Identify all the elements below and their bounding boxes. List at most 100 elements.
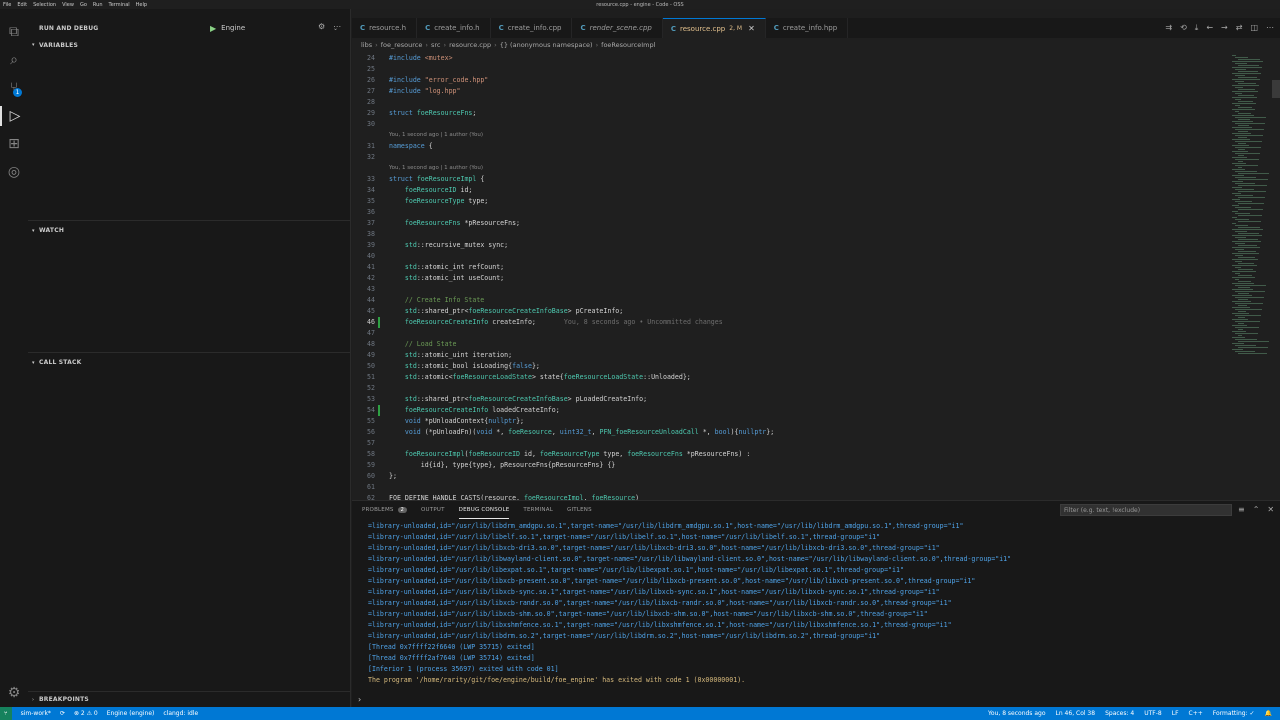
code-line[interactable]: 32 xyxy=(352,152,1222,163)
code-line[interactable]: 62 FOE_DEFINE_HANDLE_CASTS(resource, foeR… xyxy=(352,493,1222,500)
code-line[interactable]: 37 foeResourceFns *pResourceFns; xyxy=(352,218,1222,229)
code-line[interactable]: 24 #include <mutex> xyxy=(352,53,1222,64)
section-breakpoints[interactable]: › BREAKPOINTS xyxy=(28,691,351,707)
code-line[interactable]: 38 xyxy=(352,229,1222,240)
cursor-position[interactable]: Ln 46, Col 38 xyxy=(1056,710,1096,717)
code-line[interactable]: 48 // Load State xyxy=(352,339,1222,350)
problems-indicator[interactable]: ⊗ 2 ⚠ 0 xyxy=(74,710,98,717)
section-variables[interactable]: ▾ VARIABLES xyxy=(28,35,351,55)
menu-item-help[interactable]: Help xyxy=(136,2,147,8)
menu-item-go[interactable]: Go xyxy=(80,2,87,8)
source-control-icon[interactable]: ⑂1 xyxy=(4,78,24,98)
tab-create-info-hpp[interactable]: Ccreate_info.hpp xyxy=(766,18,849,38)
code-line[interactable]: 58 foeResourceImpl(foeResourceID id, foe… xyxy=(352,449,1222,460)
code-line[interactable]: 28 xyxy=(352,97,1222,108)
search-icon[interactable]: ⌕ xyxy=(4,50,24,70)
code-line[interactable]: 33 struct foeResourceImpl { xyxy=(352,174,1222,185)
section-watch[interactable]: ▾ WATCH xyxy=(28,220,351,240)
tab-resource-h[interactable]: Cresource.h xyxy=(352,18,418,38)
code-line[interactable]: 52 xyxy=(352,383,1222,394)
clear-console-icon[interactable]: ≡ xyxy=(1238,505,1245,514)
menu-item-selection[interactable]: Selection xyxy=(33,2,56,8)
menu-item-run[interactable]: Run xyxy=(93,2,103,8)
sync-icon[interactable]: ⟳ xyxy=(60,710,65,717)
tab-render-scene-cpp[interactable]: Crender_scene.cpp xyxy=(572,18,663,38)
code-line[interactable]: 31 namespace { xyxy=(352,141,1222,152)
indentation[interactable]: Spaces: 4 xyxy=(1105,710,1134,717)
menu-item-file[interactable]: File xyxy=(3,2,11,8)
tab-create-info-cpp[interactable]: Ccreate_info.cpp xyxy=(491,18,573,38)
code-line[interactable]: 51 std::atomic<foeResourceLoadState> sta… xyxy=(352,372,1222,383)
code-line[interactable]: 60}; xyxy=(352,471,1222,482)
minimap[interactable] xyxy=(1232,51,1272,500)
panel-tab-problems[interactable]: PROBLEMS 2 xyxy=(362,501,408,519)
clangd-status[interactable]: clangd: idle xyxy=(163,710,198,717)
remote-indicator[interactable]: ⑂ xyxy=(0,707,12,720)
code-line[interactable]: 39 std::recursive_mutex sync; xyxy=(352,240,1222,251)
manage-gear-icon[interactable]: ⚙ xyxy=(4,683,24,703)
code-line[interactable]: 35 foeResourceType type; xyxy=(352,196,1222,207)
code-line[interactable]: 47 xyxy=(352,328,1222,339)
tab-resource-cpp[interactable]: Cresource.cpp 2, M ✕ xyxy=(662,18,766,38)
breadcrumb-item[interactable]: {} (anonymous namespace) xyxy=(500,41,593,49)
remote-icon[interactable]: ◎ xyxy=(4,162,24,182)
go-forward-icon[interactable]: → xyxy=(1221,23,1228,33)
breadcrumb-item[interactable]: foe_resource xyxy=(381,41,423,49)
debug-toolbar-continue-icon[interactable]: ⇉ xyxy=(1165,23,1172,33)
breadcrumb-item[interactable]: libs xyxy=(361,41,372,49)
editor-scrollbar[interactable] xyxy=(1272,80,1280,98)
code-line[interactable]: 29 struct foeResourceFns; xyxy=(352,108,1222,119)
code-line[interactable]: 54 foeResourceCreateInfo loadedCreateInf… xyxy=(352,405,1222,416)
more-actions-icon[interactable]: ⋯ xyxy=(1266,23,1274,33)
code-line[interactable]: 49 std::atomic_uint iteration; xyxy=(352,350,1222,361)
more-actions-icon[interactable]: ⋯ xyxy=(333,22,341,31)
panel-tab-terminal[interactable]: TERMINAL xyxy=(523,501,553,519)
breadcrumb-item[interactable]: src xyxy=(431,41,441,49)
menu-item-view[interactable]: View xyxy=(62,2,74,8)
code-line[interactable]: 36 xyxy=(352,207,1222,218)
code-line[interactable]: 56 void (*pUnloadFn)(void *, foeResource… xyxy=(352,427,1222,438)
language-mode[interactable]: C++ xyxy=(1189,710,1203,717)
run-debug-icon[interactable]: ▷ xyxy=(0,106,28,126)
code-line[interactable]: 45 std::shared_ptr<foeResourceCreateInfo… xyxy=(352,306,1222,317)
code-line[interactable]: 25 xyxy=(352,64,1222,75)
repl-prompt[interactable]: › xyxy=(358,695,361,704)
tab-create-info-h[interactable]: Ccreate_info.h xyxy=(417,18,491,38)
code-line[interactable]: 42 std::atomic_int useCount; xyxy=(352,273,1222,284)
code-line[interactable]: 30 xyxy=(352,119,1222,130)
code-line[interactable]: 44 // Create Info State xyxy=(352,295,1222,306)
step-into-icon[interactable]: ⤓ xyxy=(1195,23,1199,33)
encoding[interactable]: UTF-8 xyxy=(1144,710,1162,717)
code-line[interactable]: 27 #include "log.hpp" xyxy=(352,86,1222,97)
code-line[interactable]: 40 xyxy=(352,251,1222,262)
start-debugging-icon[interactable]: ▶ xyxy=(210,24,216,33)
code-line[interactable]: 26 #include "error_code.hpp" xyxy=(352,75,1222,86)
code-line[interactable]: 55 void *pUnloadContext{nullptr}; xyxy=(352,416,1222,427)
code-line[interactable]: 46 foeResourceCreateInfo createInfo; You,… xyxy=(352,317,1222,328)
notifications-icon[interactable]: 🔔 xyxy=(1265,710,1272,717)
close-icon[interactable]: ✕ xyxy=(748,24,755,33)
extensions-icon[interactable]: ⊞ xyxy=(4,134,24,154)
step-over-icon[interactable]: ⟲ xyxy=(1180,23,1187,33)
breadcrumb-item[interactable]: resource.cpp xyxy=(449,41,491,49)
code-line[interactable]: 57 xyxy=(352,438,1222,449)
menu-item-edit[interactable]: Edit xyxy=(17,2,27,8)
code-line[interactable]: 34 foeResourceID id; xyxy=(352,185,1222,196)
branch-indicator[interactable]: sim-work* xyxy=(21,710,51,717)
codelens-blame[interactable]: You, 1 second ago | 1 author (You) xyxy=(389,130,483,141)
git-compare-icon[interactable]: ⇄ xyxy=(1236,23,1243,33)
code-line[interactable]: 61 xyxy=(352,482,1222,493)
code-line[interactable]: 41 std::atomic_int refCount; xyxy=(352,262,1222,273)
go-back-icon[interactable]: ← xyxy=(1206,23,1213,33)
maximize-panel-icon[interactable]: ⌃ xyxy=(1253,505,1260,514)
panel-tab-debug-console[interactable]: DEBUG CONSOLE xyxy=(458,501,510,519)
end-of-line[interactable]: LF xyxy=(1172,710,1179,717)
codelens-blame[interactable]: You, 1 second ago | 1 author (You) xyxy=(389,163,483,174)
gear-icon[interactable]: ⚙ xyxy=(318,22,325,31)
breadcrumb-item[interactable]: foeResourceImpl xyxy=(601,41,655,49)
section-call-stack[interactable]: ▾ CALL STACK xyxy=(28,352,351,372)
close-icon[interactable]: ✕ xyxy=(1267,505,1274,514)
formatting-status[interactable]: Formatting: ✓ xyxy=(1213,710,1255,717)
code-editor[interactable]: 24 #include <mutex> 25 26 #include "error_co… xyxy=(352,51,1280,500)
console-filter-input[interactable]: Filter (e.g. text, !exclude) xyxy=(1060,504,1232,516)
